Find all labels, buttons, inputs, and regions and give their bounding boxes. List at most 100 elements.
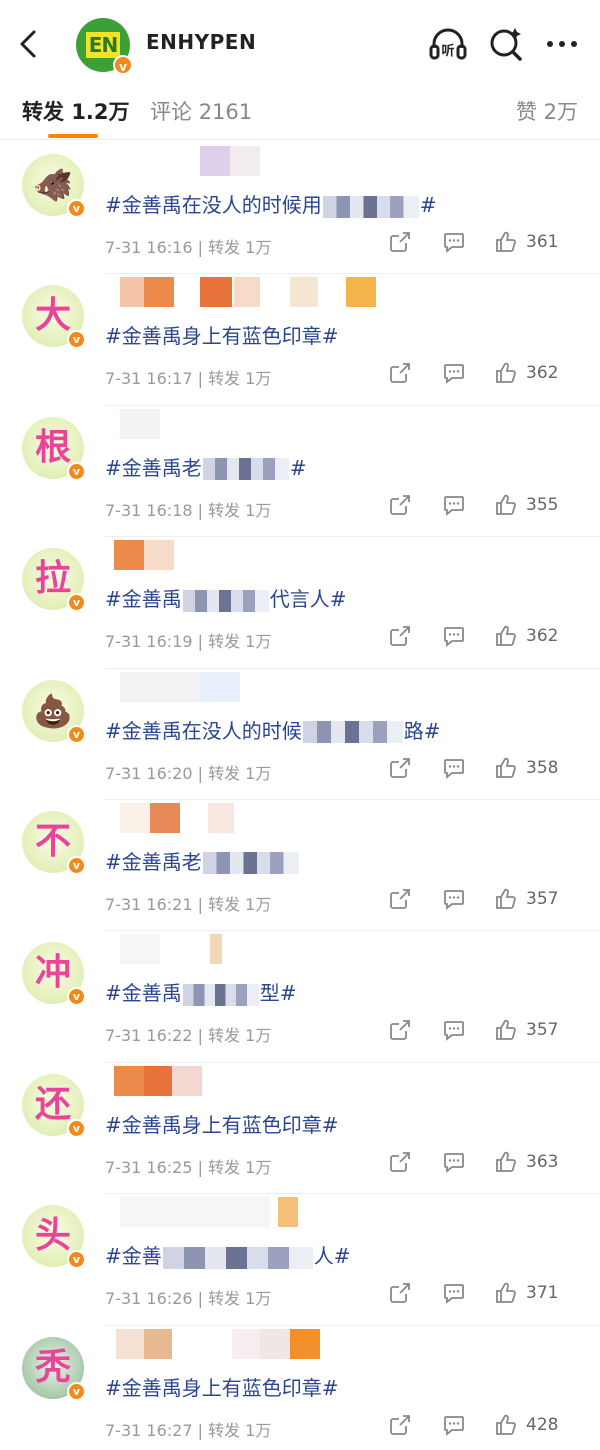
repost-text[interactable]: #金善禹身上有蓝色印章# (105, 1109, 339, 1138)
share-icon[interactable] (388, 361, 412, 385)
comment-icon[interactable] (442, 493, 466, 517)
item-actions: 428 (388, 1413, 578, 1439)
account-name[interactable]: ENHYPEN (146, 30, 256, 54)
avatar[interactable]: 大 v (22, 285, 86, 350)
avatar[interactable]: 💩 v (22, 679, 86, 744)
avatar-text: 💩 (33, 691, 73, 730)
comment-icon[interactable] (442, 1018, 466, 1042)
share-icon[interactable] (388, 756, 412, 780)
repost-count: 转发 1万 (208, 1026, 272, 1046)
search-icon[interactable] (484, 22, 528, 66)
comment-icon[interactable] (442, 361, 466, 385)
more-icon[interactable] (540, 22, 584, 66)
share-icon[interactable] (388, 624, 412, 648)
verified-badge-icon: v (113, 55, 133, 75)
list-item[interactable]: 秃 v #金善禹身上有蓝色印章# 7-31 16:27 | 转发 1万 428 (0, 1324, 600, 1450)
repost-count: 转发 1万 (208, 500, 272, 520)
like-thumbs-up-icon[interactable] (494, 361, 518, 385)
like-thumbs-up-icon[interactable] (494, 887, 518, 911)
username-redacted[interactable] (110, 146, 410, 176)
share-icon[interactable] (388, 1413, 412, 1437)
repost-text[interactable]: #金善禹老 # (105, 452, 307, 481)
list-item[interactable]: 💩 v #金善禹在没人的时候 路# 7-31 16:20 | 转发 1万 358 (0, 667, 600, 799)
avatar[interactable]: 🐗 v (22, 154, 86, 218)
avatar[interactable]: 还 v (22, 1073, 86, 1138)
tab-count: 1.2万 (71, 100, 130, 124)
account-avatar[interactable]: EN v (76, 18, 133, 75)
repost-text[interactable]: #金善禹老 (105, 846, 300, 875)
redacted-mosaic (302, 721, 403, 744)
share-icon[interactable] (388, 1281, 412, 1305)
text-start: #金善禹 (105, 587, 182, 612)
like-thumbs-up-icon[interactable] (494, 1281, 518, 1305)
avatar[interactable]: 头 v (22, 1205, 86, 1270)
redaction-block (208, 802, 234, 833)
comment-icon[interactable] (442, 756, 466, 780)
like-thumbs-up-icon[interactable] (494, 1413, 518, 1437)
repost-list: 🐗 v #金善禹在没人的时候用 # 7-31 16:16 | 转发 1万 361 (0, 142, 600, 1450)
like-thumbs-up-icon[interactable] (494, 493, 518, 517)
list-item[interactable]: 根 v #金善禹老 # 7-31 16:18 | 转发 1万 355 (0, 404, 600, 536)
share-icon[interactable] (388, 887, 412, 911)
repost-text[interactable]: #金善禹身上有蓝色印章# (105, 320, 339, 349)
redaction-block (120, 934, 160, 965)
list-item[interactable]: 拉 v #金善禹 代言人# 7-31 16:19 | 转发 1万 362 (0, 536, 600, 667)
repost-text[interactable]: #金善 人# (105, 1240, 351, 1269)
comment-icon[interactable] (442, 230, 466, 254)
comment-icon[interactable] (442, 887, 466, 911)
comment-icon[interactable] (442, 1281, 466, 1305)
list-item[interactable]: 🐗 v #金善禹在没人的时候用 # 7-31 16:16 | 转发 1万 361 (0, 142, 600, 273)
username-redacted[interactable] (110, 408, 410, 439)
username-redacted[interactable] (110, 802, 410, 833)
avatar-text: 不 (34, 820, 71, 862)
repost-text[interactable]: #金善禹在没人的时候 路# (105, 715, 441, 744)
back-arrow-icon[interactable] (12, 24, 48, 64)
share-icon[interactable] (388, 1018, 412, 1042)
username-redacted[interactable] (110, 934, 410, 965)
avatar[interactable]: 秃 v (22, 1336, 86, 1401)
like-thumbs-up-icon[interactable] (494, 230, 518, 254)
repost-text[interactable]: #金善禹身上有蓝色印章# (105, 1372, 339, 1401)
avatar[interactable]: 不 v (22, 810, 86, 875)
repost-text[interactable]: #金善禹 代言人# (105, 583, 347, 612)
list-item[interactable]: 冲 v #金善禹 型# 7-31 16:22 | 转发 1万 357 (0, 930, 600, 1061)
comment-icon[interactable] (442, 624, 466, 648)
redaction-block (260, 1328, 290, 1359)
username-redacted[interactable] (110, 671, 410, 702)
like-thumbs-up-icon[interactable] (494, 1150, 518, 1174)
list-item[interactable]: 头 v #金善 人# 7-31 16:26 | 转发 1万 371 (0, 1193, 600, 1324)
comment-icon[interactable] (442, 1150, 466, 1174)
repost-text[interactable]: #金善禹 型# (105, 977, 297, 1006)
like-count: 362 (526, 626, 559, 647)
tab-reposts[interactable]: 转发 1.2万 (22, 96, 130, 126)
username-redacted[interactable] (110, 1328, 410, 1359)
tab-count: 2万 (543, 100, 578, 124)
share-icon[interactable] (388, 230, 412, 254)
tab-comments[interactable]: 评论 2161 (150, 96, 252, 126)
like-thumbs-up-icon[interactable] (494, 756, 518, 780)
username-redacted[interactable] (110, 1197, 410, 1228)
timestamp: 7-31 16:16 (105, 238, 193, 257)
item-actions: 357 (388, 1018, 578, 1044)
username-redacted[interactable] (110, 1065, 410, 1096)
username-redacted[interactable] (110, 540, 410, 571)
avatar[interactable]: 拉 v (22, 548, 86, 613)
list-item[interactable]: 不 v #金善禹老 7-31 16:21 | 转发 1万 357 (0, 798, 600, 930)
repost-text[interactable]: #金善禹在没人的时候用 # (105, 189, 437, 218)
share-icon[interactable] (388, 493, 412, 517)
timestamp: 7-31 16:18 (105, 500, 193, 520)
username-redacted[interactable] (110, 277, 410, 308)
list-item[interactable]: 大 v #金善禹身上有蓝色印章# 7-31 16:17 | 转发 1万 362 (0, 273, 600, 404)
repost-count: 转发 1万 (208, 238, 272, 257)
tab-likes[interactable]: 赞 2万 (516, 96, 578, 126)
share-icon[interactable] (388, 1150, 412, 1174)
list-item[interactable]: 还 v #金善禹身上有蓝色印章# 7-31 16:25 | 转发 1万 363 (0, 1061, 600, 1193)
comment-icon[interactable] (442, 1413, 466, 1437)
avatar[interactable]: 根 v (22, 416, 86, 481)
avatar[interactable]: 冲 v (22, 942, 86, 1007)
redaction-block (234, 277, 260, 308)
listen-icon[interactable]: 听 (426, 22, 470, 66)
like-thumbs-up-icon[interactable] (494, 1018, 518, 1042)
like-thumbs-up-icon[interactable] (494, 624, 518, 648)
repost-count: 转发 1万 (208, 632, 272, 652)
